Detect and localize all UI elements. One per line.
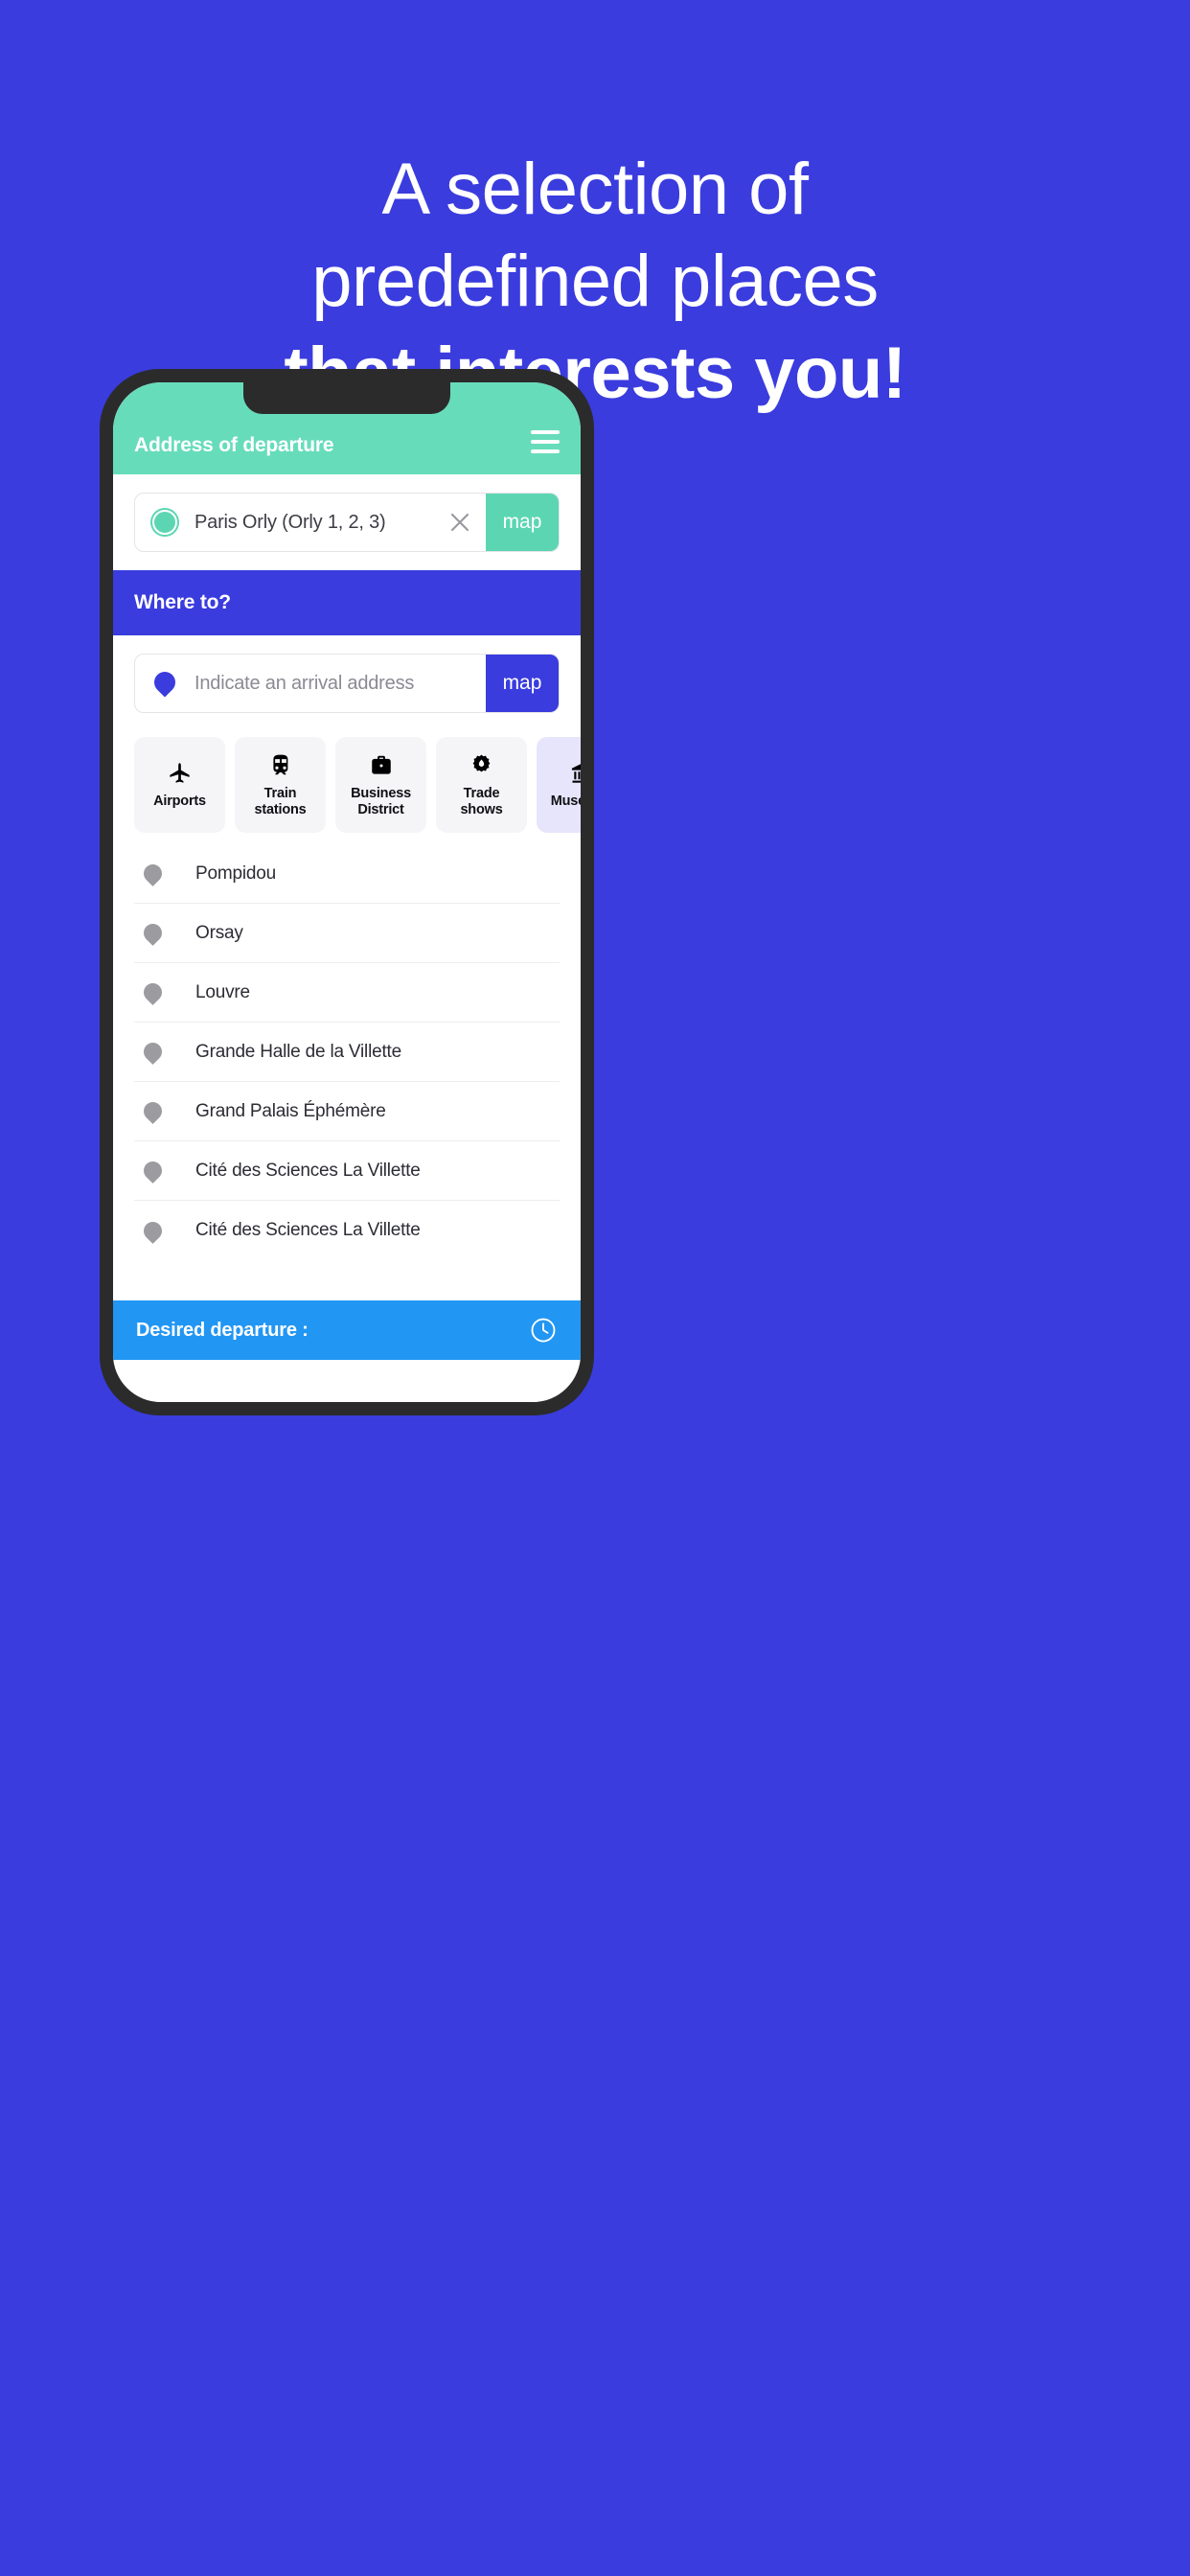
location-pin-icon — [134, 1217, 195, 1244]
hamburger-bar — [531, 440, 560, 444]
list-item[interactable]: Grand Palais Éphémère — [134, 1082, 560, 1141]
list-item[interactable]: Orsay — [134, 904, 560, 963]
close-x-icon[interactable] — [434, 494, 486, 551]
train-icon — [268, 751, 293, 780]
category-chip-row: Airports Train stations Business Distric… — [113, 731, 581, 844]
where-to-banner: Where to? — [113, 570, 581, 635]
arrival-map-button[interactable]: map — [486, 655, 559, 712]
place-name: Pompidou — [195, 862, 276, 884]
departure-map-button[interactable]: map — [486, 494, 559, 551]
clock-icon[interactable] — [529, 1316, 558, 1345]
arrival-field-row: Indicate an arrival address map — [113, 635, 581, 731]
app-bar-title: Address of departure — [134, 434, 334, 456]
list-item[interactable]: Pompidou — [134, 844, 560, 904]
category-chip-label: Train stations — [254, 785, 307, 817]
category-chip-museums[interactable]: Museums — [537, 737, 581, 833]
museum-bank-icon — [569, 759, 581, 788]
list-item[interactable]: Cité des Sciences La Villette — [134, 1201, 560, 1260]
list-item[interactable]: Grande Halle de la Villette — [134, 1023, 560, 1082]
location-pin-icon — [134, 1039, 195, 1065]
location-pin-icon — [134, 1158, 195, 1184]
desired-departure-label: Desired departure : — [136, 1319, 309, 1341]
location-pin-icon — [134, 1098, 195, 1124]
hamburger-menu-icon[interactable] — [531, 430, 560, 457]
list-item[interactable]: Cité des Sciences La Villette — [134, 1141, 560, 1201]
airplane-icon — [167, 759, 193, 788]
category-chip-label: Airports — [153, 794, 206, 810]
departure-input[interactable]: Paris Orly (Orly 1, 2, 3) — [195, 494, 434, 551]
category-chip-label: Museums — [550, 794, 581, 810]
place-name: Grande Halle de la Villette — [195, 1041, 401, 1062]
hamburger-bar — [531, 430, 560, 434]
location-pin-shape — [140, 861, 166, 886]
location-pin-shape — [140, 1217, 166, 1244]
arrival-input[interactable]: Indicate an arrival address — [195, 655, 486, 712]
location-pin-icon — [134, 920, 195, 946]
where-to-title: Where to? — [134, 591, 231, 613]
category-chip-label: Business District — [351, 785, 411, 817]
location-pin-icon — [134, 861, 195, 886]
category-chip-trade-shows[interactable]: Trade shows — [436, 737, 527, 833]
place-name: Cité des Sciences La Villette — [195, 1160, 421, 1181]
location-pin-shape — [140, 1039, 166, 1065]
rosette-badge-icon — [469, 751, 493, 780]
phone-notch — [243, 382, 450, 414]
desired-departure-bar[interactable]: Desired departure : — [113, 1300, 581, 1360]
circle-marker-shape — [152, 510, 177, 535]
category-chip-label: Trade shows — [460, 785, 503, 817]
hamburger-bar — [531, 449, 560, 453]
location-pin-icon — [135, 655, 195, 712]
list-item[interactable]: Louvre — [134, 963, 560, 1023]
phone-screen: Address of departure Paris Orly (Orly 1,… — [113, 382, 581, 1402]
headline-line-1: A selection of — [381, 149, 809, 230]
circle-marker-icon — [135, 494, 195, 551]
place-name: Orsay — [195, 922, 243, 943]
place-name: Louvre — [195, 981, 250, 1002]
category-chip-business-district[interactable]: Business District — [335, 737, 426, 833]
phone-mockup: Address of departure Paris Orly (Orly 1,… — [100, 369, 594, 1415]
location-pin-shape — [140, 920, 166, 946]
briefcase-icon — [369, 751, 394, 780]
places-list: Pompidou Orsay Louvre Grande Halle de la… — [113, 844, 581, 1300]
arrival-field[interactable]: Indicate an arrival address map — [134, 654, 560, 713]
departure-field[interactable]: Paris Orly (Orly 1, 2, 3) map — [134, 493, 560, 552]
place-name: Cité des Sciences La Villette — [195, 1220, 421, 1240]
category-chip-airports[interactable]: Airports — [134, 737, 225, 833]
departure-field-row: Paris Orly (Orly 1, 2, 3) map — [113, 474, 581, 570]
location-pin-shape — [140, 1158, 166, 1184]
headline-line-2: predefined places — [311, 240, 879, 322]
location-pin-icon — [134, 979, 195, 1005]
location-pin-shape — [140, 1098, 166, 1124]
phone-home-area — [113, 1360, 581, 1402]
location-pin-shape — [149, 667, 180, 698]
category-chip-train-stations[interactable]: Train stations — [235, 737, 326, 833]
location-pin-shape — [140, 979, 166, 1005]
place-name: Grand Palais Éphémère — [195, 1100, 386, 1121]
